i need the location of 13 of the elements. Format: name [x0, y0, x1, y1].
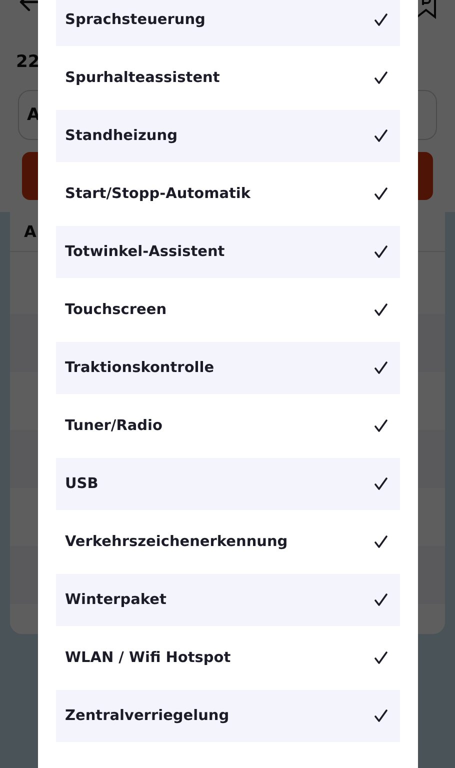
feature-label: USB [65, 476, 98, 492]
feature-label: Tuner/Radio [65, 418, 162, 434]
price-text: 22 [16, 52, 40, 72]
feature-label: Start/Stopp-Automatik [65, 186, 251, 202]
feature-label: WLAN / Wifi Hotspot [65, 650, 231, 666]
feature-label: Traktionskontrolle [65, 360, 214, 376]
feature-label: Sprachsteuerung [65, 12, 206, 28]
feature-label: Spurhalteassistent [65, 70, 220, 86]
feature-label: Verkehrszeichenerkennung [65, 534, 288, 550]
feature-label: Zentralverriegelung [65, 708, 230, 724]
feature-label: Winterpaket [65, 592, 166, 608]
feature-label: Standheizung [65, 128, 178, 144]
feature-label: Touchscreen [65, 302, 167, 318]
